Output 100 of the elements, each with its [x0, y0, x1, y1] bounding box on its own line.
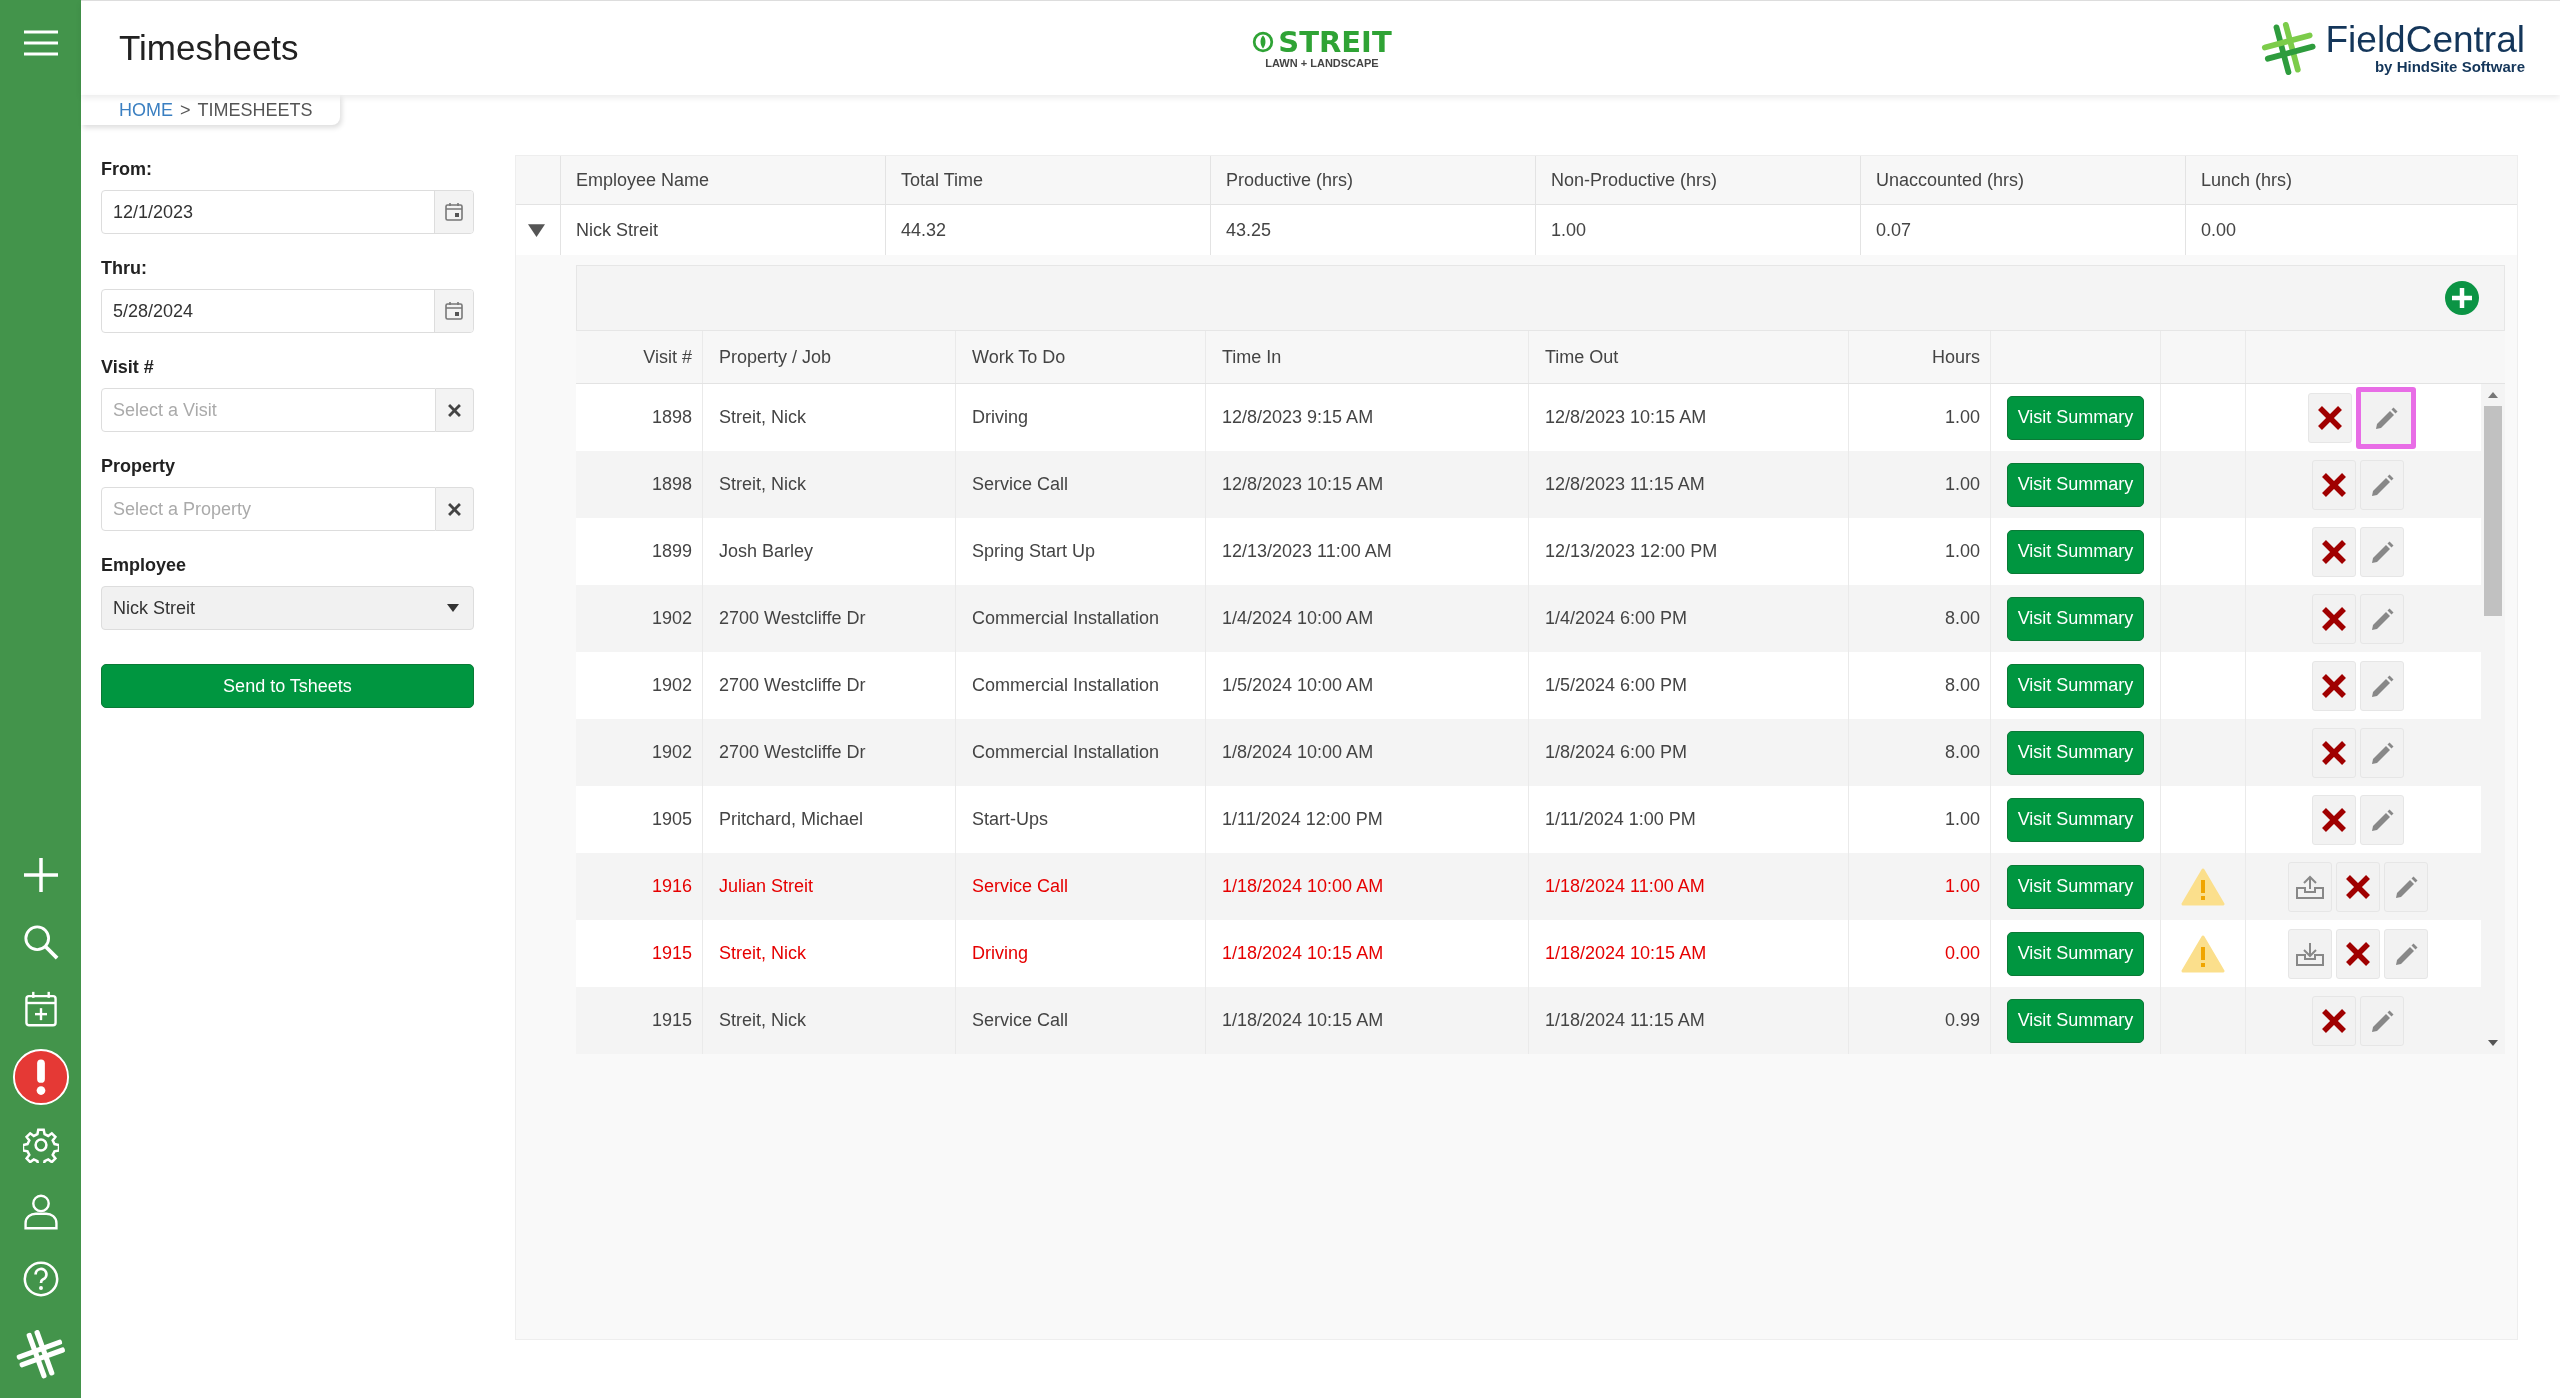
table-cell: 0.00	[2185, 205, 2517, 255]
visit-summary-button[interactable]: Visit Summary	[2006, 395, 2145, 440]
collapse-triangle-icon[interactable]	[528, 223, 545, 237]
table-cell: 44.32	[885, 205, 1210, 255]
column-header: Unaccounted (hrs)	[1860, 156, 2185, 204]
table-cell-text: 1898	[650, 473, 693, 496]
home-link[interactable]: HOME	[119, 99, 173, 121]
delete-x-icon	[2321, 739, 2347, 766]
employee-dropdown[interactable]: Nick Streit	[101, 586, 474, 630]
column-header: Productive (hrs)	[1210, 156, 1535, 204]
brand-tagline: LAWN + LANDSCAPE	[1265, 56, 1379, 69]
table-cell: 0.99	[1848, 987, 1990, 1054]
delete-x-icon	[2321, 471, 2347, 498]
table-cell: Streit, Nick	[702, 987, 955, 1054]
visit-summary-button[interactable]: Visit Summary	[2006, 663, 2145, 708]
delete-x-icon	[2321, 538, 2347, 565]
delete-x-icon	[2345, 940, 2371, 967]
clear-button[interactable]	[436, 487, 474, 531]
field-value: 12/1/2023	[112, 201, 195, 223]
delete-button[interactable]	[2312, 459, 2356, 510]
close-icon	[448, 502, 461, 516]
table-cell: Service Call	[955, 987, 1205, 1054]
column-header: Employee Name	[560, 156, 885, 204]
grid-logo-icon	[2259, 19, 2318, 77]
fieldcentral-logo-icon[interactable]	[14, 1328, 67, 1380]
visit-summary-button[interactable]: Visit Summary	[2006, 797, 2145, 842]
search-icon[interactable]	[22, 924, 59, 960]
column-header: Time Out	[1528, 331, 1848, 383]
delete-button[interactable]	[2336, 861, 2380, 912]
table-cell-text: 1905	[650, 808, 693, 831]
visit-summary-button[interactable]: Visit Summary	[2006, 931, 2145, 976]
delete-x-icon	[2321, 1007, 2347, 1034]
property-select-field[interactable]: Select a Property	[101, 487, 436, 531]
add-icon[interactable]	[2444, 280, 2480, 316]
delete-button[interactable]	[2312, 727, 2356, 778]
alert-icon[interactable]	[11, 1048, 70, 1106]
scrollbar[interactable]	[2481, 384, 2505, 1054]
send-button[interactable]: Send to Tsheets	[101, 664, 474, 708]
scroll-down-icon[interactable]	[2488, 1040, 2498, 1046]
visit-summary-button[interactable]: Visit Summary	[2006, 462, 2145, 507]
field-label: Thru:	[101, 258, 148, 279]
visit-summary-button[interactable]: Visit Summary	[2006, 529, 2145, 574]
scroll-up-icon[interactable]	[2488, 392, 2498, 398]
field-label: Visit #	[101, 357, 155, 378]
delete-x-icon	[2321, 806, 2347, 833]
upload-button[interactable]	[2288, 861, 2332, 912]
delete-button[interactable]	[2312, 660, 2356, 711]
user-icon[interactable]	[22, 1194, 59, 1230]
menu-icon[interactable]	[23, 30, 58, 56]
calendar-button[interactable]	[434, 191, 473, 233]
delete-button[interactable]	[2336, 928, 2380, 979]
column-header: Property / Job	[702, 331, 955, 383]
page-title: Timesheets	[119, 28, 300, 68]
plus-icon[interactable]	[22, 857, 59, 893]
leaf-icon	[1252, 31, 1275, 53]
visit-summary-button[interactable]: Visit Summary	[2006, 596, 2145, 641]
table-cell-text: 1902	[650, 607, 693, 630]
warning-icon	[2181, 867, 2225, 906]
date-field[interactable]: 12/1/2023	[101, 190, 474, 234]
clear-button[interactable]	[436, 388, 474, 432]
date-field[interactable]: 5/28/2024	[101, 289, 474, 333]
field-label: Employee	[101, 555, 188, 576]
delete-button[interactable]	[2312, 995, 2356, 1046]
brand-name: STREIT	[1278, 27, 1392, 57]
breadcrumb-current: TIMESHEETS	[197, 99, 313, 121]
delete-x-icon	[2345, 873, 2371, 900]
column-header: Time In	[1205, 331, 1528, 383]
column-header: Lunch (hrs)	[2185, 156, 2517, 204]
visit-summary-button[interactable]: Visit Summary	[2006, 730, 2145, 775]
visit-summary-button[interactable]: Visit Summary	[2006, 864, 2145, 909]
download-tray-icon	[2295, 940, 2325, 967]
delete-button[interactable]	[2312, 794, 2356, 845]
delete-button[interactable]	[2308, 392, 2352, 443]
table-cell-text: 1915	[650, 942, 693, 965]
column-header: Hours	[1848, 331, 1990, 383]
table-cell-text: 1902	[650, 674, 693, 697]
column-header: Work To Do	[955, 331, 1205, 383]
delete-x-icon	[2317, 404, 2343, 431]
delete-x-icon	[2321, 672, 2347, 699]
table-cell: 0.07	[1860, 205, 2185, 255]
scrollbar-thumb[interactable]	[2484, 406, 2502, 616]
help-icon[interactable]	[22, 1261, 59, 1297]
delete-x-icon	[2321, 605, 2347, 632]
download-button[interactable]	[2288, 928, 2332, 979]
table-cell: 1/18/2024 10:15 AM	[1205, 987, 1528, 1054]
visit-select-field[interactable]: Select a Visit	[101, 388, 436, 432]
calendar-icon	[444, 301, 464, 321]
table-cell: 1/18/2024 11:15 AM	[1528, 987, 1848, 1054]
calendar-plus-icon[interactable]	[22, 991, 59, 1027]
column-header: Visit #	[642, 345, 693, 369]
visit-summary-button[interactable]: Visit Summary	[2006, 998, 2145, 1043]
table-cell-text: 1898	[650, 406, 693, 429]
delete-button[interactable]	[2312, 593, 2356, 644]
table-cell: Nick Streit	[560, 205, 885, 255]
calendar-icon	[444, 202, 464, 222]
delete-button[interactable]	[2312, 526, 2356, 577]
breadcrumb-separator: >	[180, 99, 191, 121]
settings-icon[interactable]	[22, 1127, 59, 1163]
calendar-button[interactable]	[434, 290, 473, 332]
field-label: From:	[101, 159, 153, 180]
